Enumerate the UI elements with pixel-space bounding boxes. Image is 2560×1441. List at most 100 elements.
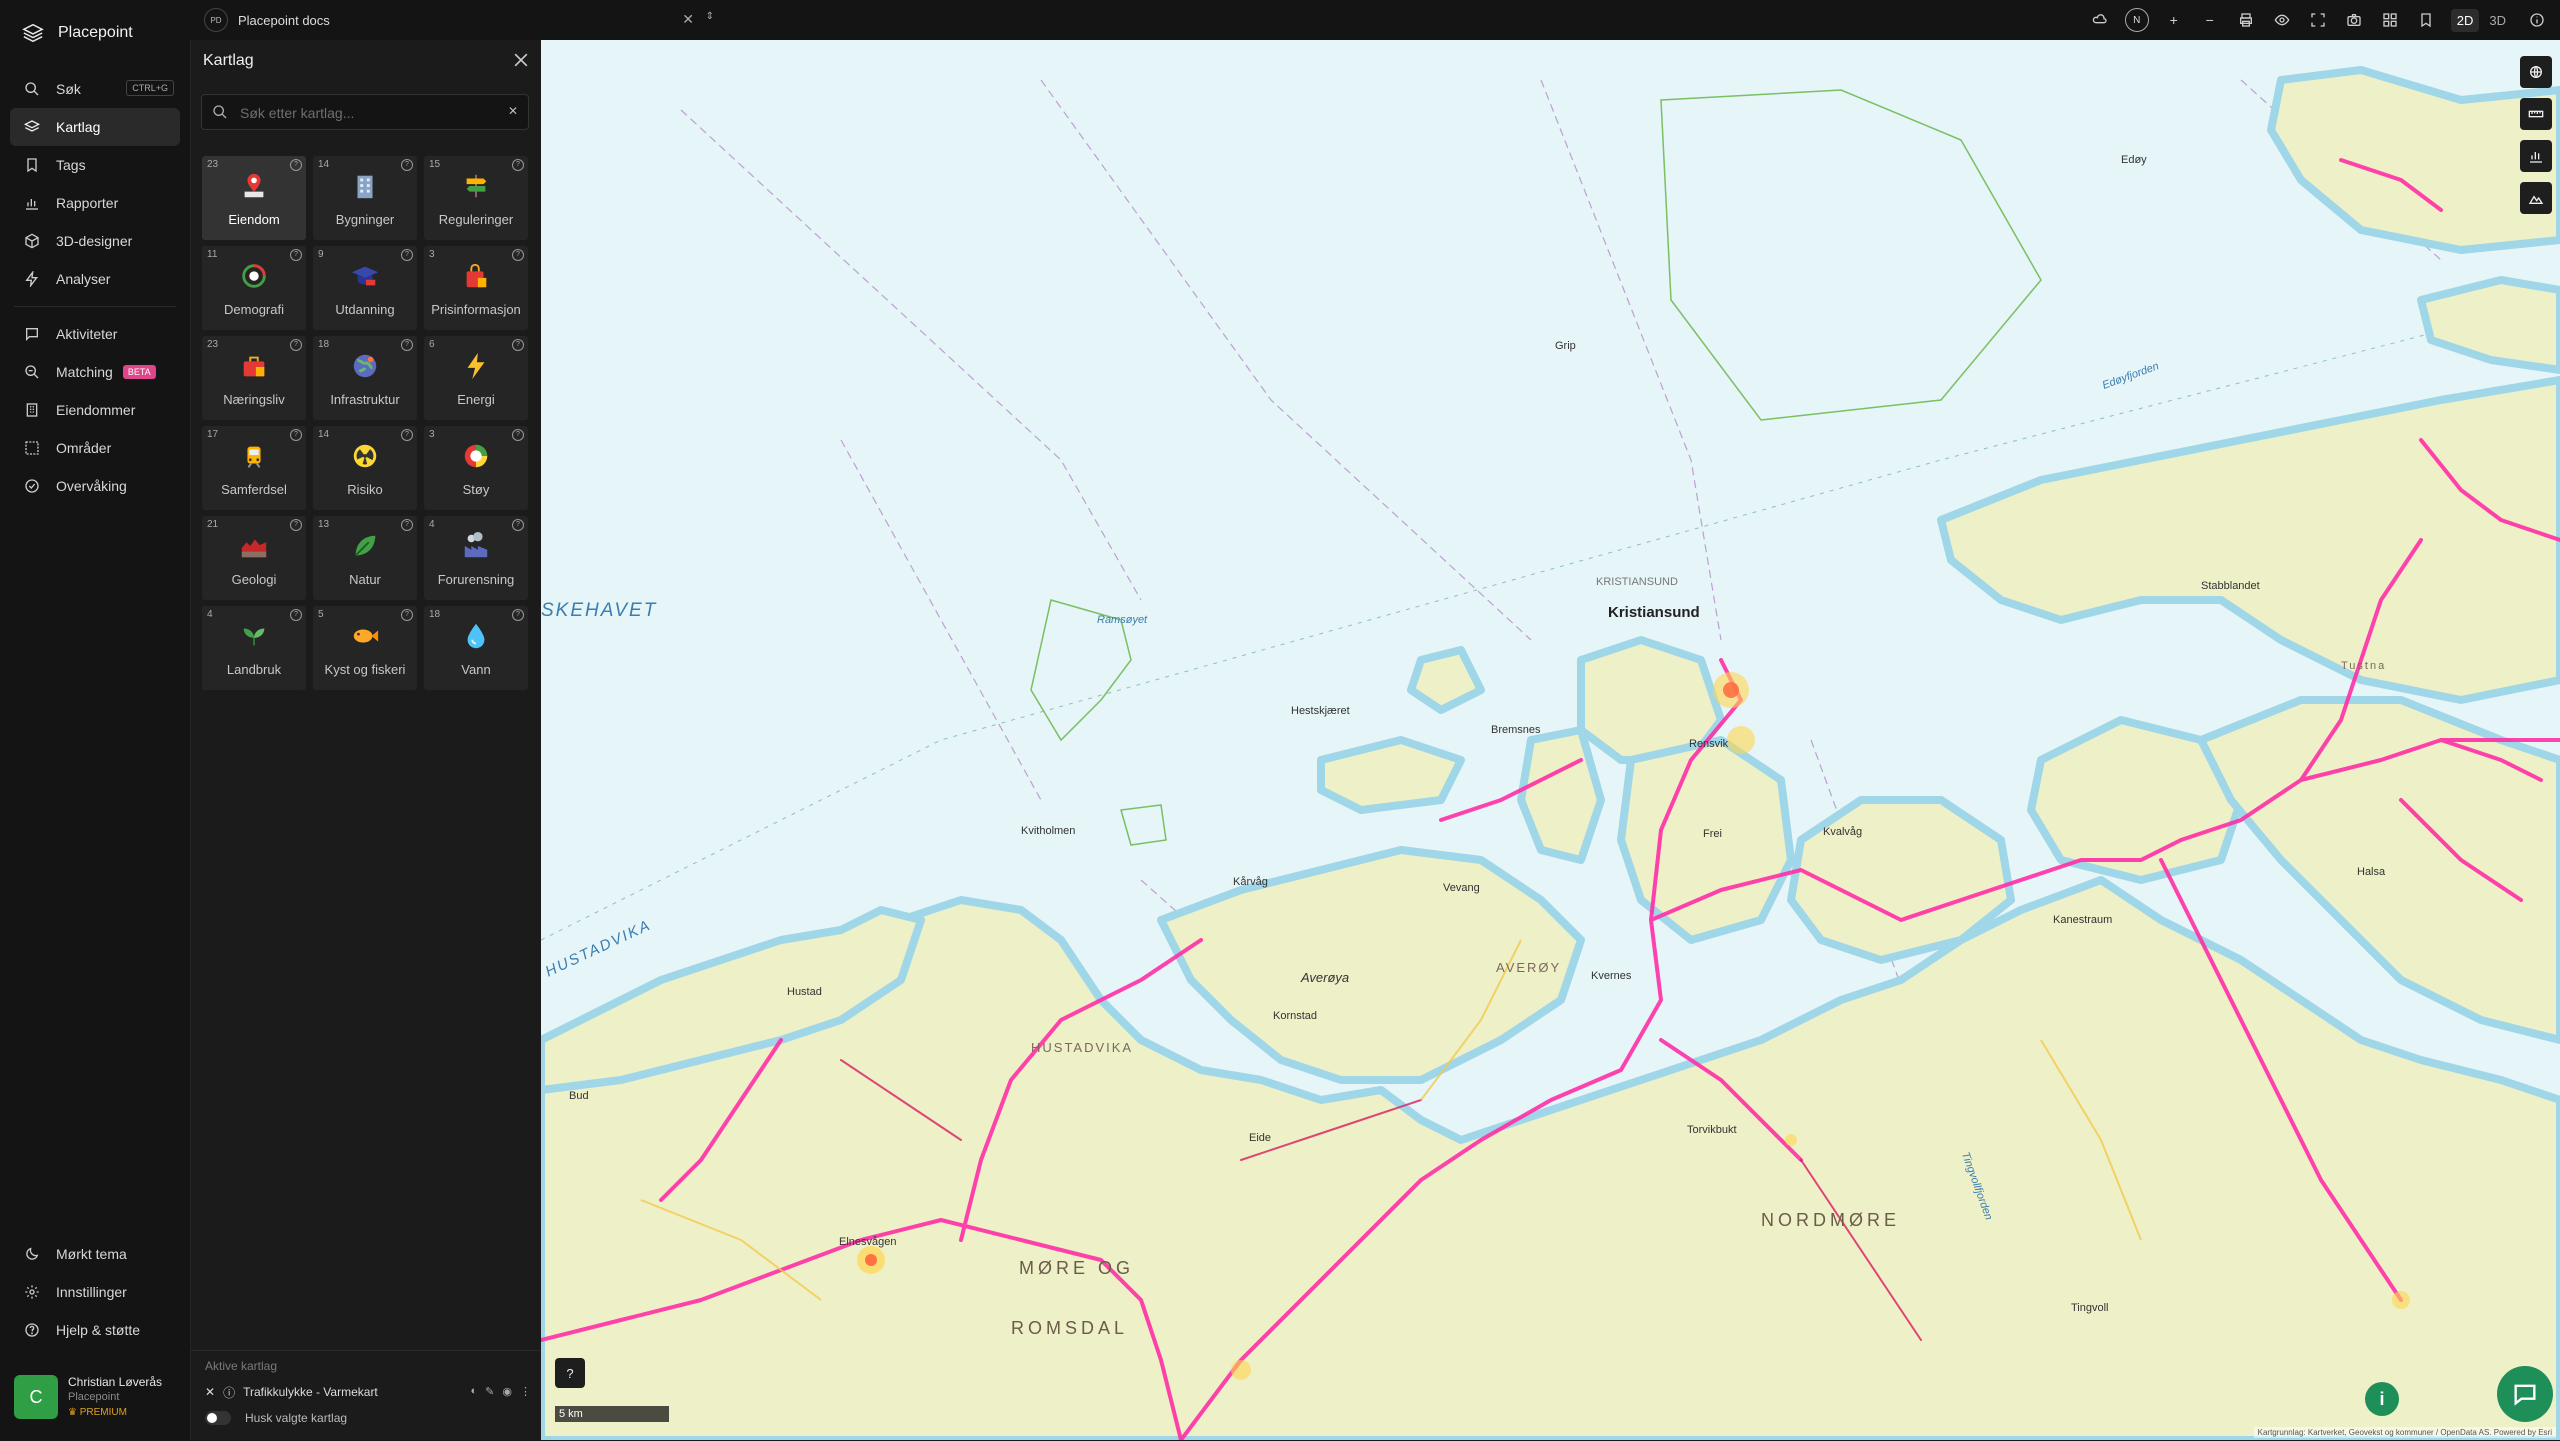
category-tile-demografi[interactable]: 11 ? Demografi xyxy=(202,246,306,330)
nav-item-omrader[interactable]: Områder xyxy=(10,429,180,467)
category-label: Vann xyxy=(461,662,491,677)
nav-item-analyser[interactable]: Analyser xyxy=(10,260,180,298)
nav-item-kartlag[interactable]: Kartlag xyxy=(10,108,180,146)
category-tile-bygninger[interactable]: 14 ? Bygninger xyxy=(313,156,417,240)
map-view[interactable]: SKEHAVET HUSTADVIKA KRISTIANSUND Kristia… xyxy=(541,40,2560,1440)
nav-item-sok[interactable]: Søk CTRL+G xyxy=(10,70,180,108)
map-help-button[interactable]: ? xyxy=(555,1358,585,1388)
info-icon[interactable]: ? xyxy=(512,339,524,351)
info-icon[interactable]: ? xyxy=(401,249,413,261)
info-icon[interactable] xyxy=(2526,9,2548,31)
category-tile-risiko[interactable]: 14 ? Risiko xyxy=(313,426,417,510)
category-tile-samferdsel[interactable]: 17 ? Samferdsel xyxy=(202,426,306,510)
map-label-romsdal: ROMSDAL xyxy=(1011,1318,1129,1338)
view-2d-button[interactable]: 2D xyxy=(2450,8,2480,32)
map-label-kristiansund: Kristiansund xyxy=(1608,604,1700,621)
category-tile-utdanning[interactable]: 9 ? Utdanning xyxy=(313,246,417,330)
chat-button[interactable] xyxy=(2497,1366,2553,1422)
category-label: Risiko xyxy=(347,482,383,497)
map-canvas[interactable] xyxy=(541,40,2560,1440)
layer-count: 3 xyxy=(429,429,435,440)
bookmark-icon[interactable] xyxy=(2415,9,2437,31)
category-tile-geologi[interactable]: 21 ? Geologi xyxy=(202,516,306,600)
chevron-updown-icon[interactable]: ⇕ xyxy=(706,11,714,22)
nav-item-settings[interactable]: Innstillinger xyxy=(10,1273,180,1311)
layers-tool-button[interactable] xyxy=(2520,56,2552,88)
category-tile-energi[interactable]: 6 ? Energi xyxy=(424,336,528,420)
info-button[interactable]: i xyxy=(2365,1382,2399,1416)
nav-item-eiendommer[interactable]: Eiendommer xyxy=(10,391,180,429)
clear-icon[interactable]: ✕ xyxy=(508,104,518,118)
info-icon[interactable]: ? xyxy=(290,159,302,171)
nav-item-dark-theme[interactable]: Mørkt tema xyxy=(10,1235,180,1273)
print-icon[interactable] xyxy=(2235,9,2257,31)
more-icon[interactable]: ⋮ xyxy=(520,1385,531,1398)
nav-item-rapporter[interactable]: Rapporter xyxy=(10,184,180,222)
category-tile-landbruk[interactable]: 4 ? Landbruk xyxy=(202,606,306,690)
fullscreen-icon[interactable] xyxy=(2307,9,2329,31)
nav-item-3d-designer[interactable]: 3D-designer xyxy=(10,222,180,260)
nav-item-tags[interactable]: Tags xyxy=(10,146,180,184)
brand[interactable]: Placepoint xyxy=(22,22,133,44)
map-side-tools xyxy=(2520,56,2552,214)
camera-icon[interactable] xyxy=(2343,9,2365,31)
statistics-tool-button[interactable] xyxy=(2520,140,2552,172)
category-tile-stoy[interactable]: 3 ? Støy xyxy=(424,426,528,510)
layer-search: ✕ xyxy=(201,94,529,130)
eye-icon[interactable] xyxy=(2271,9,2293,31)
info-icon[interactable]: ? xyxy=(512,429,524,441)
visibility-icon[interactable]: ◉ xyxy=(502,1385,512,1398)
info-icon[interactable]: ? xyxy=(401,519,413,531)
category-tile-eiendom[interactable]: 23 ? Eiendom xyxy=(202,156,306,240)
nav-label: Innstillinger xyxy=(56,1284,127,1300)
nav-item-overvaking[interactable]: Overvåking xyxy=(10,467,180,505)
info-icon[interactable]: ? xyxy=(290,339,302,351)
active-layer-row[interactable]: ✕ ⓘ Trafikkulykke - Varmekart ◐ ✎ ◉ ⋮ xyxy=(205,1379,531,1405)
measure-tool-button[interactable] xyxy=(2520,98,2552,130)
category-tile-naeringsliv[interactable]: 23 ? Næringsliv xyxy=(202,336,306,420)
info-icon[interactable]: ? xyxy=(401,159,413,171)
info-icon[interactable]: ? xyxy=(512,609,524,621)
info-icon[interactable]: ? xyxy=(512,249,524,261)
info-icon[interactable]: ? xyxy=(401,429,413,441)
nav-item-aktiviteter[interactable]: Aktiviteter xyxy=(10,315,180,353)
category-tile-reguleringer[interactable]: 15 ? Reguleringer xyxy=(424,156,528,240)
info-icon[interactable]: ? xyxy=(290,429,302,441)
project-tab[interactable]: PD Placepoint docs ✕ ⇕ xyxy=(204,6,724,34)
compass-button[interactable]: N xyxy=(2124,8,2149,32)
close-icon[interactable] xyxy=(511,50,531,70)
weather-icon[interactable] xyxy=(2089,9,2111,31)
zoom-out-icon[interactable]: − xyxy=(2199,9,2221,31)
info-icon[interactable]: ? xyxy=(290,249,302,261)
remember-layers-label: Husk valgte kartlag xyxy=(245,1411,348,1425)
map-label-rensvik: Rensvik xyxy=(1689,738,1729,750)
view-3d-button[interactable]: 3D xyxy=(2483,9,2512,32)
category-tile-natur[interactable]: 13 ? Natur xyxy=(313,516,417,600)
close-icon[interactable]: ✕ xyxy=(682,11,694,28)
remove-layer-icon[interactable]: ✕ xyxy=(205,1385,215,1399)
zoom-in-icon[interactable]: + xyxy=(2163,9,2185,31)
category-tile-kyst-og-fiskeri[interactable]: 5 ? Kyst og fiskeri xyxy=(313,606,417,690)
info-icon[interactable]: ? xyxy=(512,159,524,171)
nav-divider xyxy=(14,306,176,307)
info-icon[interactable]: ? xyxy=(401,609,413,621)
layer-search-input[interactable] xyxy=(238,101,492,125)
remember-layers-toggle[interactable] xyxy=(205,1411,231,1425)
layer-info-icon[interactable]: ⓘ xyxy=(223,1384,235,1401)
category-label: Landbruk xyxy=(226,662,282,677)
info-icon[interactable]: ? xyxy=(290,519,302,531)
category-tile-prisinformasjon[interactable]: 3 ? Prisinformasjon xyxy=(424,246,528,330)
info-icon[interactable]: ? xyxy=(401,339,413,351)
category-tile-infrastruktur[interactable]: 18 ? Infrastruktur xyxy=(313,336,417,420)
nav-item-help[interactable]: Hjelp & støtte xyxy=(10,1311,180,1349)
category-tile-forurensning[interactable]: 4 ? Forurensning xyxy=(424,516,528,600)
opacity-icon[interactable]: ◐ xyxy=(471,1385,478,1398)
user-profile[interactable]: C Christian Løverås Placepoint ♛ PREMIUM xyxy=(14,1372,179,1422)
nav-item-matching[interactable]: Matching BETA xyxy=(10,353,180,391)
info-icon[interactable]: ? xyxy=(512,519,524,531)
terrain-tool-button[interactable] xyxy=(2520,182,2552,214)
grid-icon[interactable] xyxy=(2379,9,2401,31)
info-icon[interactable]: ? xyxy=(290,609,302,621)
category-tile-vann[interactable]: 18 ? Vann xyxy=(424,606,528,690)
edit-icon[interactable]: ✎ xyxy=(485,1385,494,1398)
